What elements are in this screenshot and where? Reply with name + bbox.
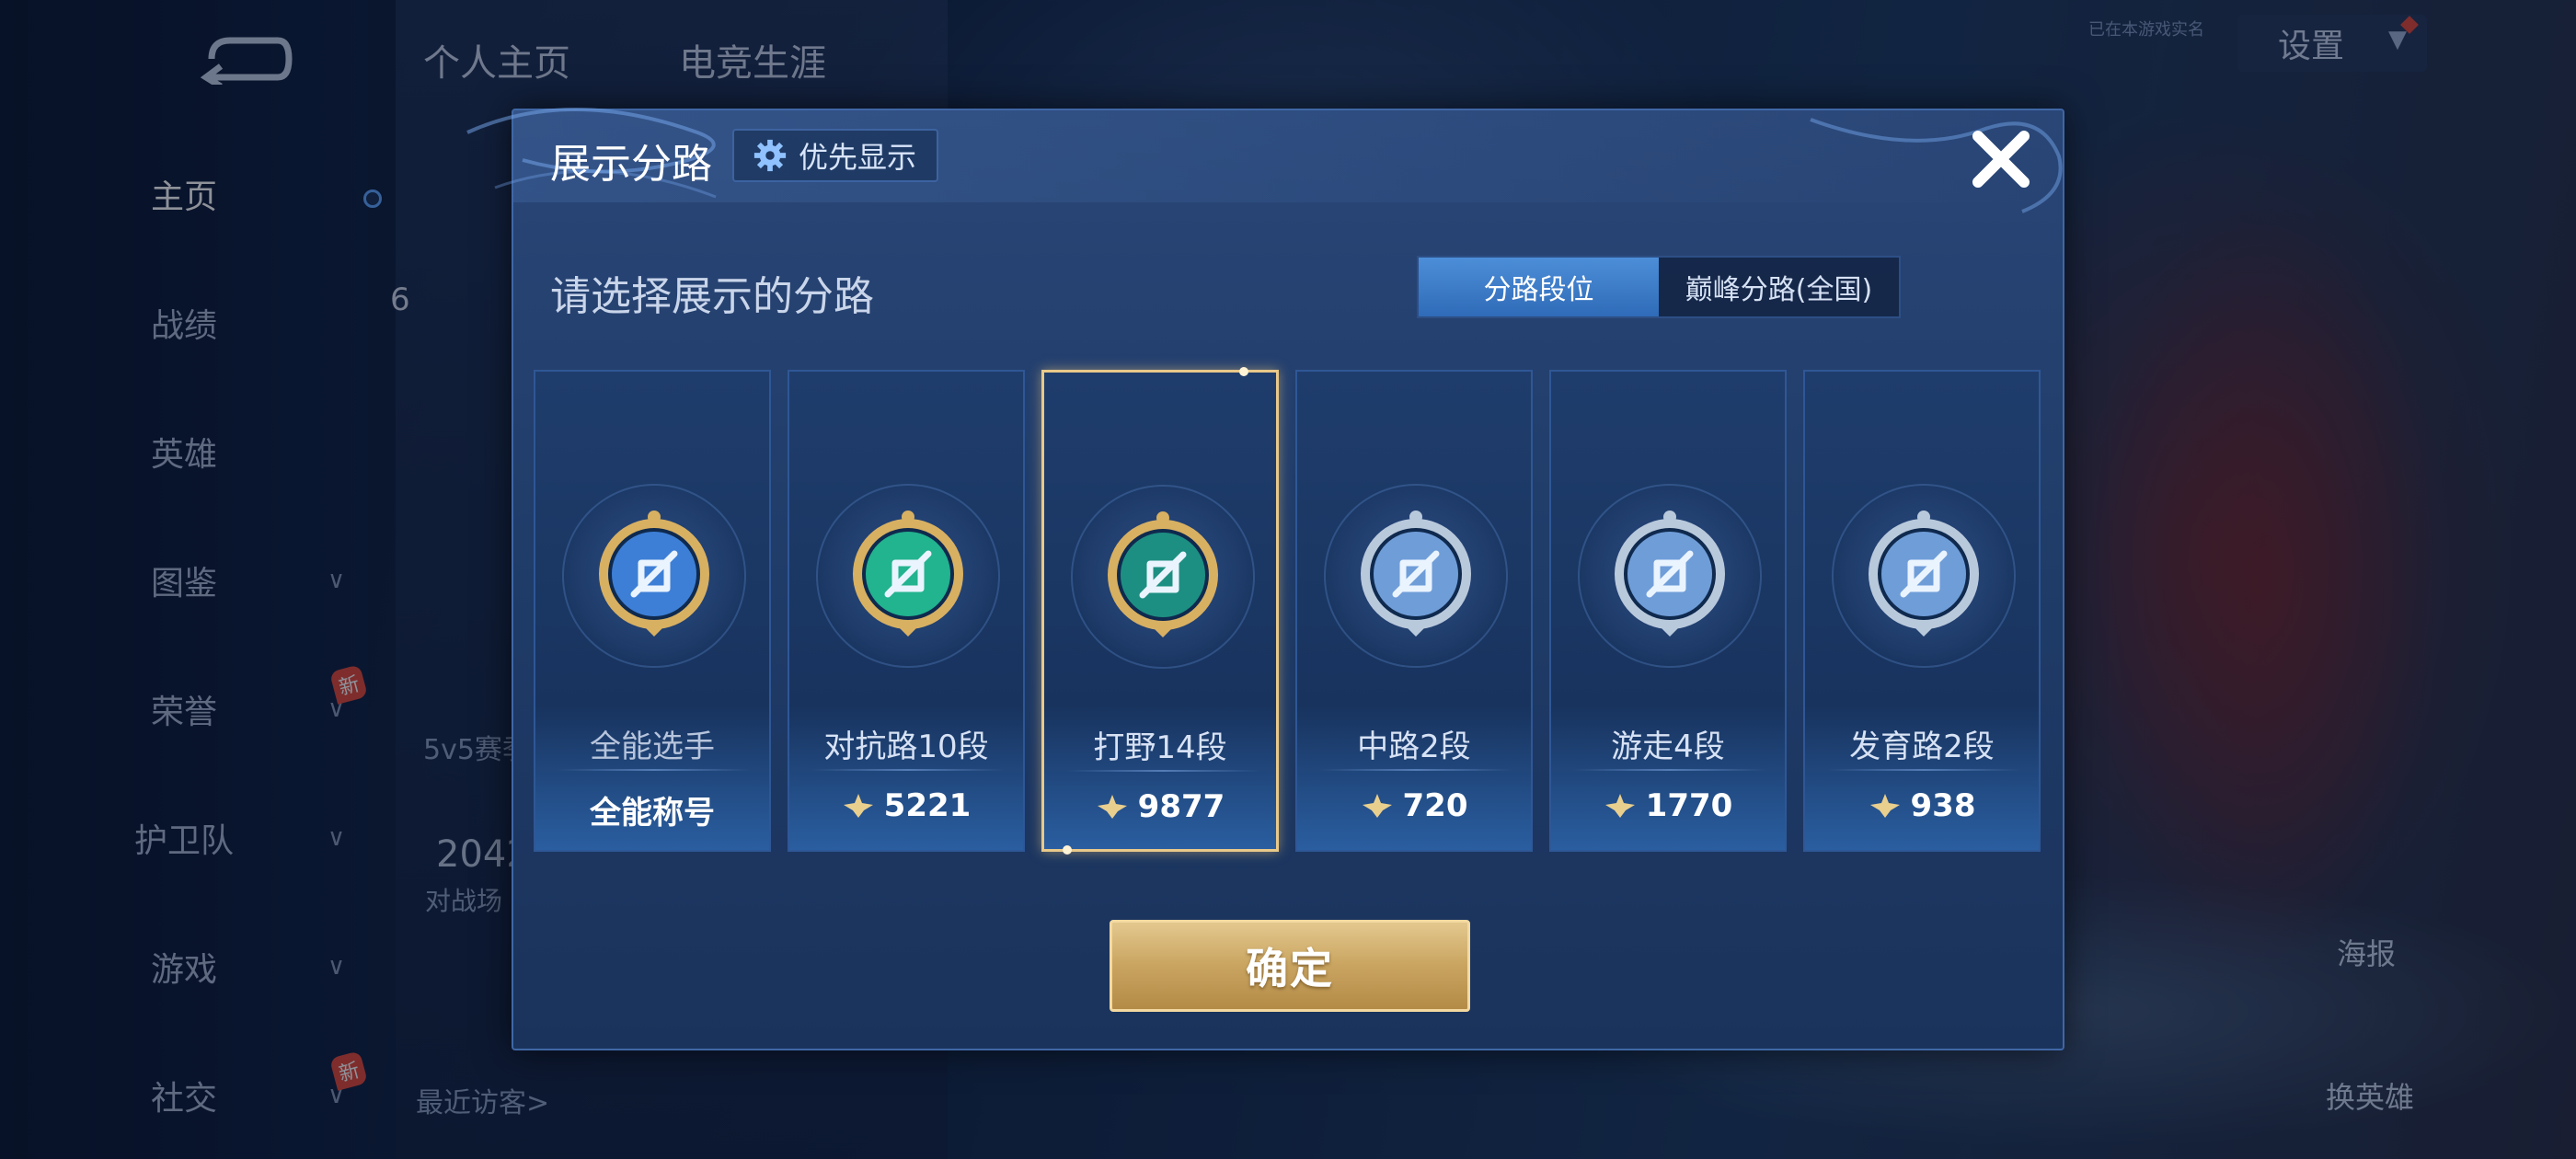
lane-score: 938 xyxy=(1805,787,2039,824)
lane-score: 9877 xyxy=(1044,788,1276,825)
lane-emblem-icon xyxy=(853,511,963,637)
lane-score: 720 xyxy=(1297,787,1531,824)
lane-rank-label: 全能选手 xyxy=(590,729,715,765)
lane-rank-label: 中路2段 xyxy=(1357,729,1471,765)
lane-score: 1770 xyxy=(1551,787,1785,824)
lane-view-toggle: 分路段位 巅峰分路(全国) xyxy=(1417,256,1901,318)
selection-spark xyxy=(1239,367,1248,376)
close-button[interactable] xyxy=(1965,123,2037,195)
lane-rank-label: 游走4段 xyxy=(1611,729,1725,765)
lane-points-icon xyxy=(1097,795,1127,819)
lane-score-value: 5221 xyxy=(883,787,972,824)
confirm-button[interactable]: 确定 xyxy=(1110,920,1470,1012)
selection-spark xyxy=(1063,845,1072,855)
dialog-subtitle: 请选择展示的分路 xyxy=(550,273,874,320)
lane-card[interactable]: 游走4段 1770 xyxy=(1549,370,1787,852)
priority-display-label: 优先显示 xyxy=(799,140,917,175)
card-divider xyxy=(1573,769,1766,771)
tab-lane-rank[interactable]: 分路段位 xyxy=(1419,258,1659,316)
lane-emblem-icon xyxy=(599,511,709,637)
card-divider xyxy=(1827,769,2020,771)
lane-card[interactable]: 打野14段 9877 xyxy=(1041,367,1279,855)
lane-emblem-icon xyxy=(1615,511,1725,637)
lane-rank-label: 发育路2段 xyxy=(1849,729,1995,765)
lane-points-icon xyxy=(1604,794,1635,818)
lane-score-value: 1770 xyxy=(1645,787,1733,824)
lane-rank-label: 打野14段 xyxy=(1093,729,1227,766)
lane-score-value: 9877 xyxy=(1137,788,1225,825)
lane-emblem-icon xyxy=(1361,511,1471,637)
lane-score: 5221 xyxy=(789,787,1023,824)
close-icon xyxy=(1972,131,2030,188)
lane-rank-label: 对抗路10段 xyxy=(823,729,989,765)
tab-peak-lane-national[interactable]: 巅峰分路(全国) xyxy=(1659,258,1899,316)
lane-score-value: 720 xyxy=(1402,787,1468,824)
lane-card-list: 全能选手 全能称号 对抗路10段 5221 打野14段 9877 中路2段 720 游走4段 17… xyxy=(534,367,2042,855)
lane-score-value: 938 xyxy=(1910,787,1976,824)
lane-points-icon xyxy=(1869,794,1900,818)
card-divider xyxy=(811,769,1005,771)
lane-emblem-icon xyxy=(1869,511,1979,637)
lane-points-icon xyxy=(1362,794,1392,818)
lane-emblem-icon xyxy=(1108,511,1218,637)
lane-card[interactable]: 中路2段 720 xyxy=(1295,370,1533,852)
lane-card[interactable]: 全能选手 全能称号 xyxy=(534,370,771,852)
priority-display-button[interactable]: 优先显示 xyxy=(732,129,939,182)
lane-score-value: 全能称号 xyxy=(590,795,715,832)
lane-card[interactable]: 发育路2段 938 xyxy=(1803,370,2041,852)
card-divider xyxy=(558,769,751,771)
card-divider xyxy=(1319,769,1512,771)
lane-score: 全能称号 xyxy=(535,787,769,832)
gear-icon xyxy=(753,139,787,172)
dialog-title: 展示分路 xyxy=(550,141,712,188)
lane-card[interactable]: 对抗路10段 5221 xyxy=(788,370,1025,852)
card-divider xyxy=(1066,770,1259,772)
display-lane-dialog: 展示分路 优先显示 请选择展示的分路 分路段位 巅峰分路(全国) 全能选手 全能… xyxy=(466,108,2064,1050)
lane-points-icon xyxy=(843,794,873,818)
